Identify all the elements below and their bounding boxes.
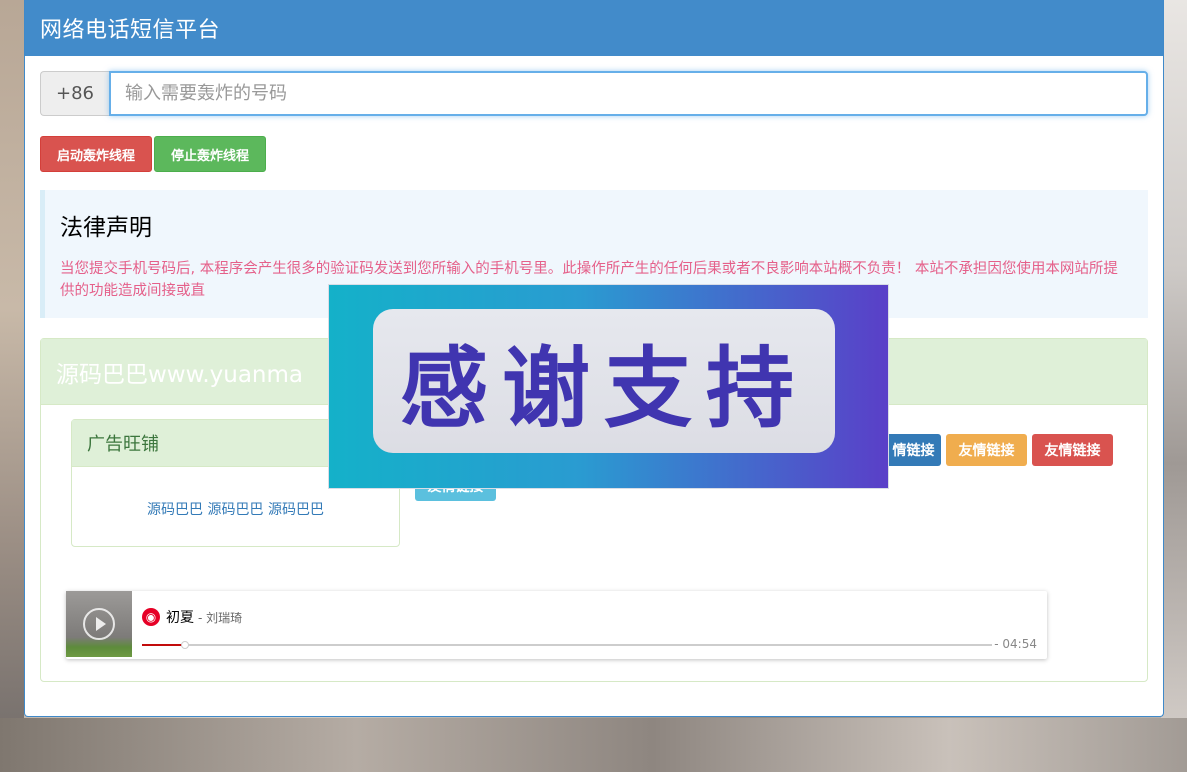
phone-input-group: +86 (40, 71, 1148, 116)
phone-input[interactable] (109, 71, 1148, 116)
progress-bar[interactable] (142, 641, 992, 649)
progress-fill (142, 644, 184, 646)
song-title: 初夏 (166, 610, 194, 626)
page-title: 网络电话短信平台 (25, 0, 1163, 56)
song-info: ◉ 初夏 - 刘瑞琦 (142, 607, 242, 627)
play-icon[interactable] (83, 608, 115, 640)
time-remaining: - 04:54 (994, 637, 1037, 651)
song-artist: - 刘瑞琦 (198, 610, 243, 625)
start-button[interactable]: 启动轰炸线程 (40, 136, 152, 172)
music-player: ◉ 初夏 - 刘瑞琦 - 04:54 (66, 591, 1047, 659)
friend-link-button[interactable]: 友情链接 (1032, 434, 1113, 466)
progress-thumb[interactable] (181, 641, 189, 649)
thanks-overlay-image: 感谢支持 (329, 285, 888, 488)
friend-link-button[interactable]: 情链接 (886, 434, 941, 466)
friend-link-button[interactable]: 友情链接 (946, 434, 1027, 466)
country-code: +86 (40, 71, 109, 116)
background-right (1161, 0, 1187, 772)
album-cover[interactable] (66, 591, 132, 657)
thanks-text: 感谢支持 (399, 335, 808, 440)
background-left (0, 0, 24, 772)
stop-button[interactable]: 停止轰炸线程 (154, 136, 266, 172)
netease-music-icon: ◉ (142, 608, 160, 626)
legal-title: 法律声明 (60, 215, 152, 241)
background-bottom (0, 718, 1187, 772)
